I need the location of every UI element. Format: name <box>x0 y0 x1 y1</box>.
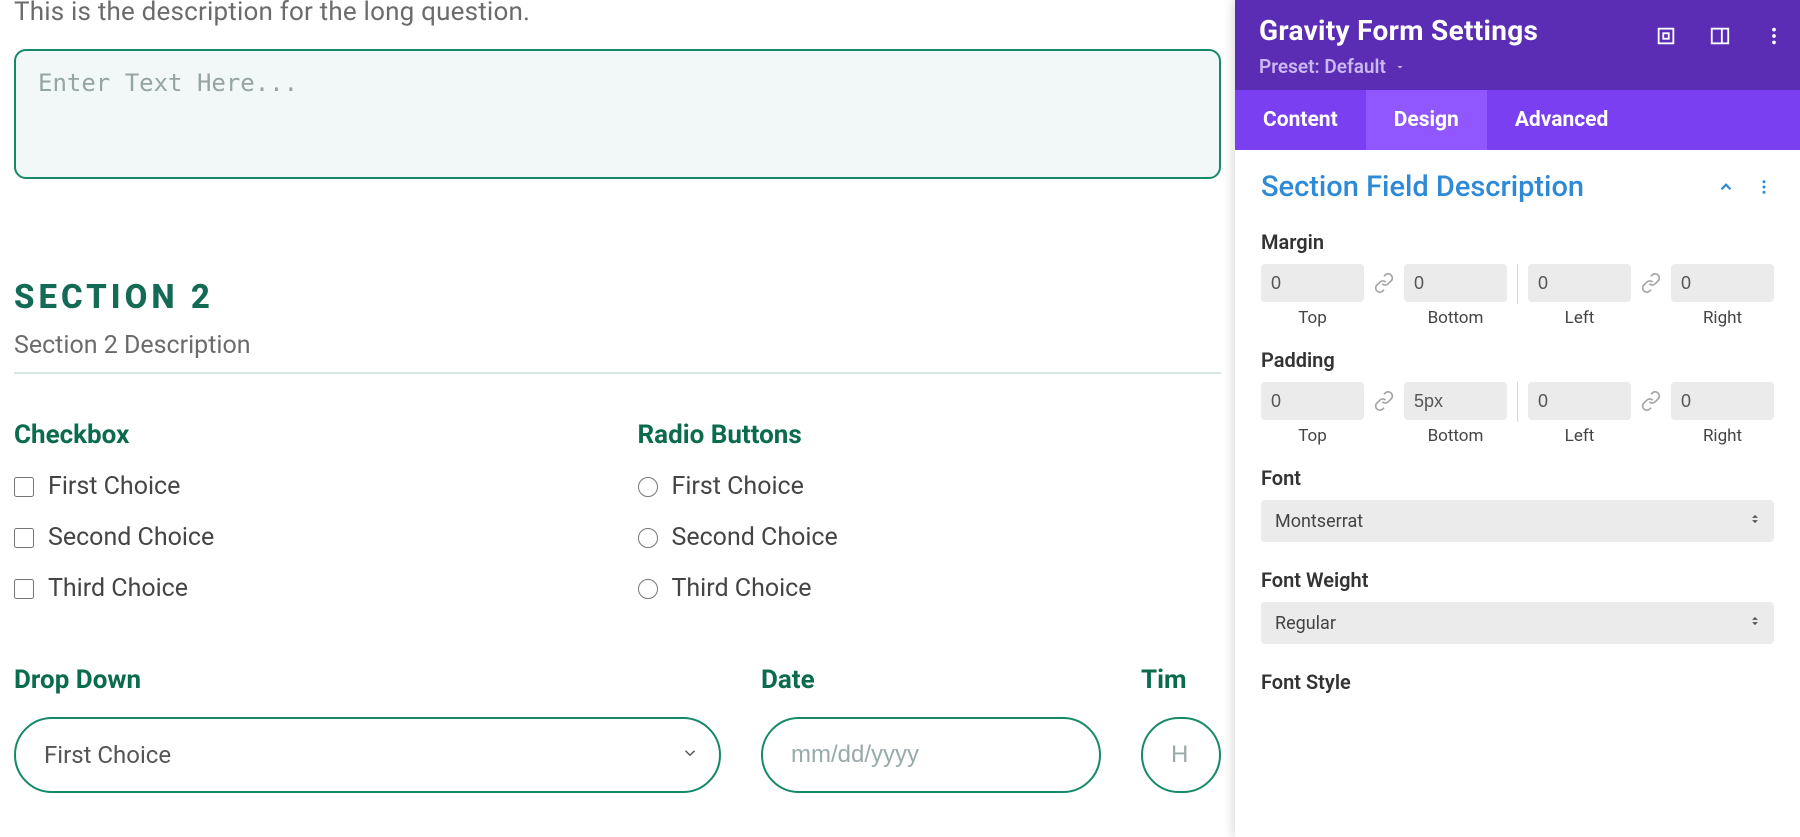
font-weight-label: Font Weight <box>1261 568 1774 592</box>
margin-right-sublabel: Right <box>1671 308 1774 328</box>
checkbox-item-label: Second Choice <box>48 523 214 552</box>
padding-label: Padding <box>1261 348 1774 372</box>
dock-icon[interactable] <box>1708 24 1732 48</box>
link-icon[interactable] <box>1637 382 1665 420</box>
padding-top-sublabel: Top <box>1261 426 1364 446</box>
padding-left-input[interactable] <box>1528 382 1631 420</box>
margin-top-sublabel: Top <box>1261 308 1364 328</box>
preset-dropdown[interactable]: Preset: Default <box>1259 55 1406 78</box>
margin-right-input[interactable] <box>1671 264 1774 302</box>
margin-bottom-sublabel: Bottom <box>1404 308 1507 328</box>
radio-item-label: Second Choice <box>672 523 838 552</box>
tab-advanced[interactable]: Advanced <box>1487 90 1637 150</box>
font-weight-select[interactable]: Regular <box>1261 602 1774 644</box>
more-vertical-icon[interactable] <box>1762 24 1786 48</box>
checkbox-item-label: Third Choice <box>48 574 188 603</box>
margin-left-sublabel: Left <box>1528 308 1631 328</box>
date-input[interactable] <box>761 717 1101 793</box>
dropdown-label: Drop Down <box>14 665 721 695</box>
margin-label: Margin <box>1261 230 1774 254</box>
caret-down-icon <box>1394 61 1406 73</box>
padding-bottom-input[interactable] <box>1404 382 1507 420</box>
tab-design[interactable]: Design <box>1366 90 1487 150</box>
checkbox-label: Checkbox <box>14 420 598 450</box>
radio-input[interactable] <box>638 477 658 497</box>
dropdown-select[interactable]: First Choice <box>14 717 721 793</box>
divider <box>1517 264 1518 304</box>
padding-top-input[interactable] <box>1261 382 1364 420</box>
font-weight-value: Regular <box>1275 613 1336 634</box>
link-icon[interactable] <box>1637 264 1665 302</box>
section-2-title: SECTION 2 <box>14 278 1221 317</box>
radio-input[interactable] <box>638 579 658 599</box>
checkbox-item[interactable]: Second Choice <box>14 523 598 552</box>
time-label: Tim <box>1141 665 1221 695</box>
expand-icon[interactable] <box>1654 24 1678 48</box>
panel-body: Section Field Description Margin Top <box>1235 150 1800 837</box>
sort-icon <box>1748 612 1762 634</box>
dropdown-value: First Choice <box>44 741 171 769</box>
radio-item[interactable]: First Choice <box>638 472 1222 501</box>
more-vertical-icon[interactable] <box>1754 177 1774 197</box>
radio-item[interactable]: Second Choice <box>638 523 1222 552</box>
tab-content[interactable]: Content <box>1235 90 1366 150</box>
radio-item[interactable]: Third Choice <box>638 574 1222 603</box>
preset-label: Preset: Default <box>1259 55 1386 78</box>
radio-input[interactable] <box>638 528 658 548</box>
form-canvas: This is the description for the long que… <box>0 0 1235 837</box>
font-select[interactable]: Montserrat <box>1261 500 1774 542</box>
section-divider <box>14 372 1221 374</box>
radio-label: Radio Buttons <box>638 420 1222 450</box>
radio-item-label: Third Choice <box>672 574 812 603</box>
link-icon[interactable] <box>1370 264 1398 302</box>
panel-header: Gravity Form Settings Preset: Default <box>1235 0 1800 90</box>
checkbox-item[interactable]: Third Choice <box>14 574 598 603</box>
margin-bottom-input[interactable] <box>1404 264 1507 302</box>
radio-item-label: First Choice <box>672 472 804 501</box>
checkbox-input[interactable] <box>14 528 34 548</box>
divider <box>1517 382 1518 422</box>
padding-right-sublabel: Right <box>1671 426 1774 446</box>
long-question-textarea[interactable] <box>14 49 1221 179</box>
long-question-description: This is the description for the long que… <box>14 0 1221 27</box>
checkbox-input[interactable] <box>14 477 34 497</box>
section-2-description: Section 2 Description <box>14 331 1221 360</box>
sort-icon <box>1748 510 1762 532</box>
panel-tabs: Content Design Advanced <box>1235 90 1800 150</box>
checkbox-item-label: First Choice <box>48 472 180 501</box>
link-icon[interactable] <box>1370 382 1398 420</box>
font-style-label: Font Style <box>1261 670 1774 694</box>
margin-top-input[interactable] <box>1261 264 1364 302</box>
padding-left-sublabel: Left <box>1528 426 1631 446</box>
settings-panel: Gravity Form Settings Preset: Default Co… <box>1235 0 1800 837</box>
padding-right-input[interactable] <box>1671 382 1774 420</box>
date-label: Date <box>761 665 1101 695</box>
font-value: Montserrat <box>1275 511 1363 532</box>
group-title[interactable]: Section Field Description <box>1261 170 1584 204</box>
checkbox-item[interactable]: First Choice <box>14 472 598 501</box>
checkbox-input[interactable] <box>14 579 34 599</box>
time-input[interactable] <box>1141 717 1221 793</box>
font-label: Font <box>1261 466 1774 490</box>
collapse-icon[interactable] <box>1716 177 1736 197</box>
margin-left-input[interactable] <box>1528 264 1631 302</box>
padding-bottom-sublabel: Bottom <box>1404 426 1507 446</box>
